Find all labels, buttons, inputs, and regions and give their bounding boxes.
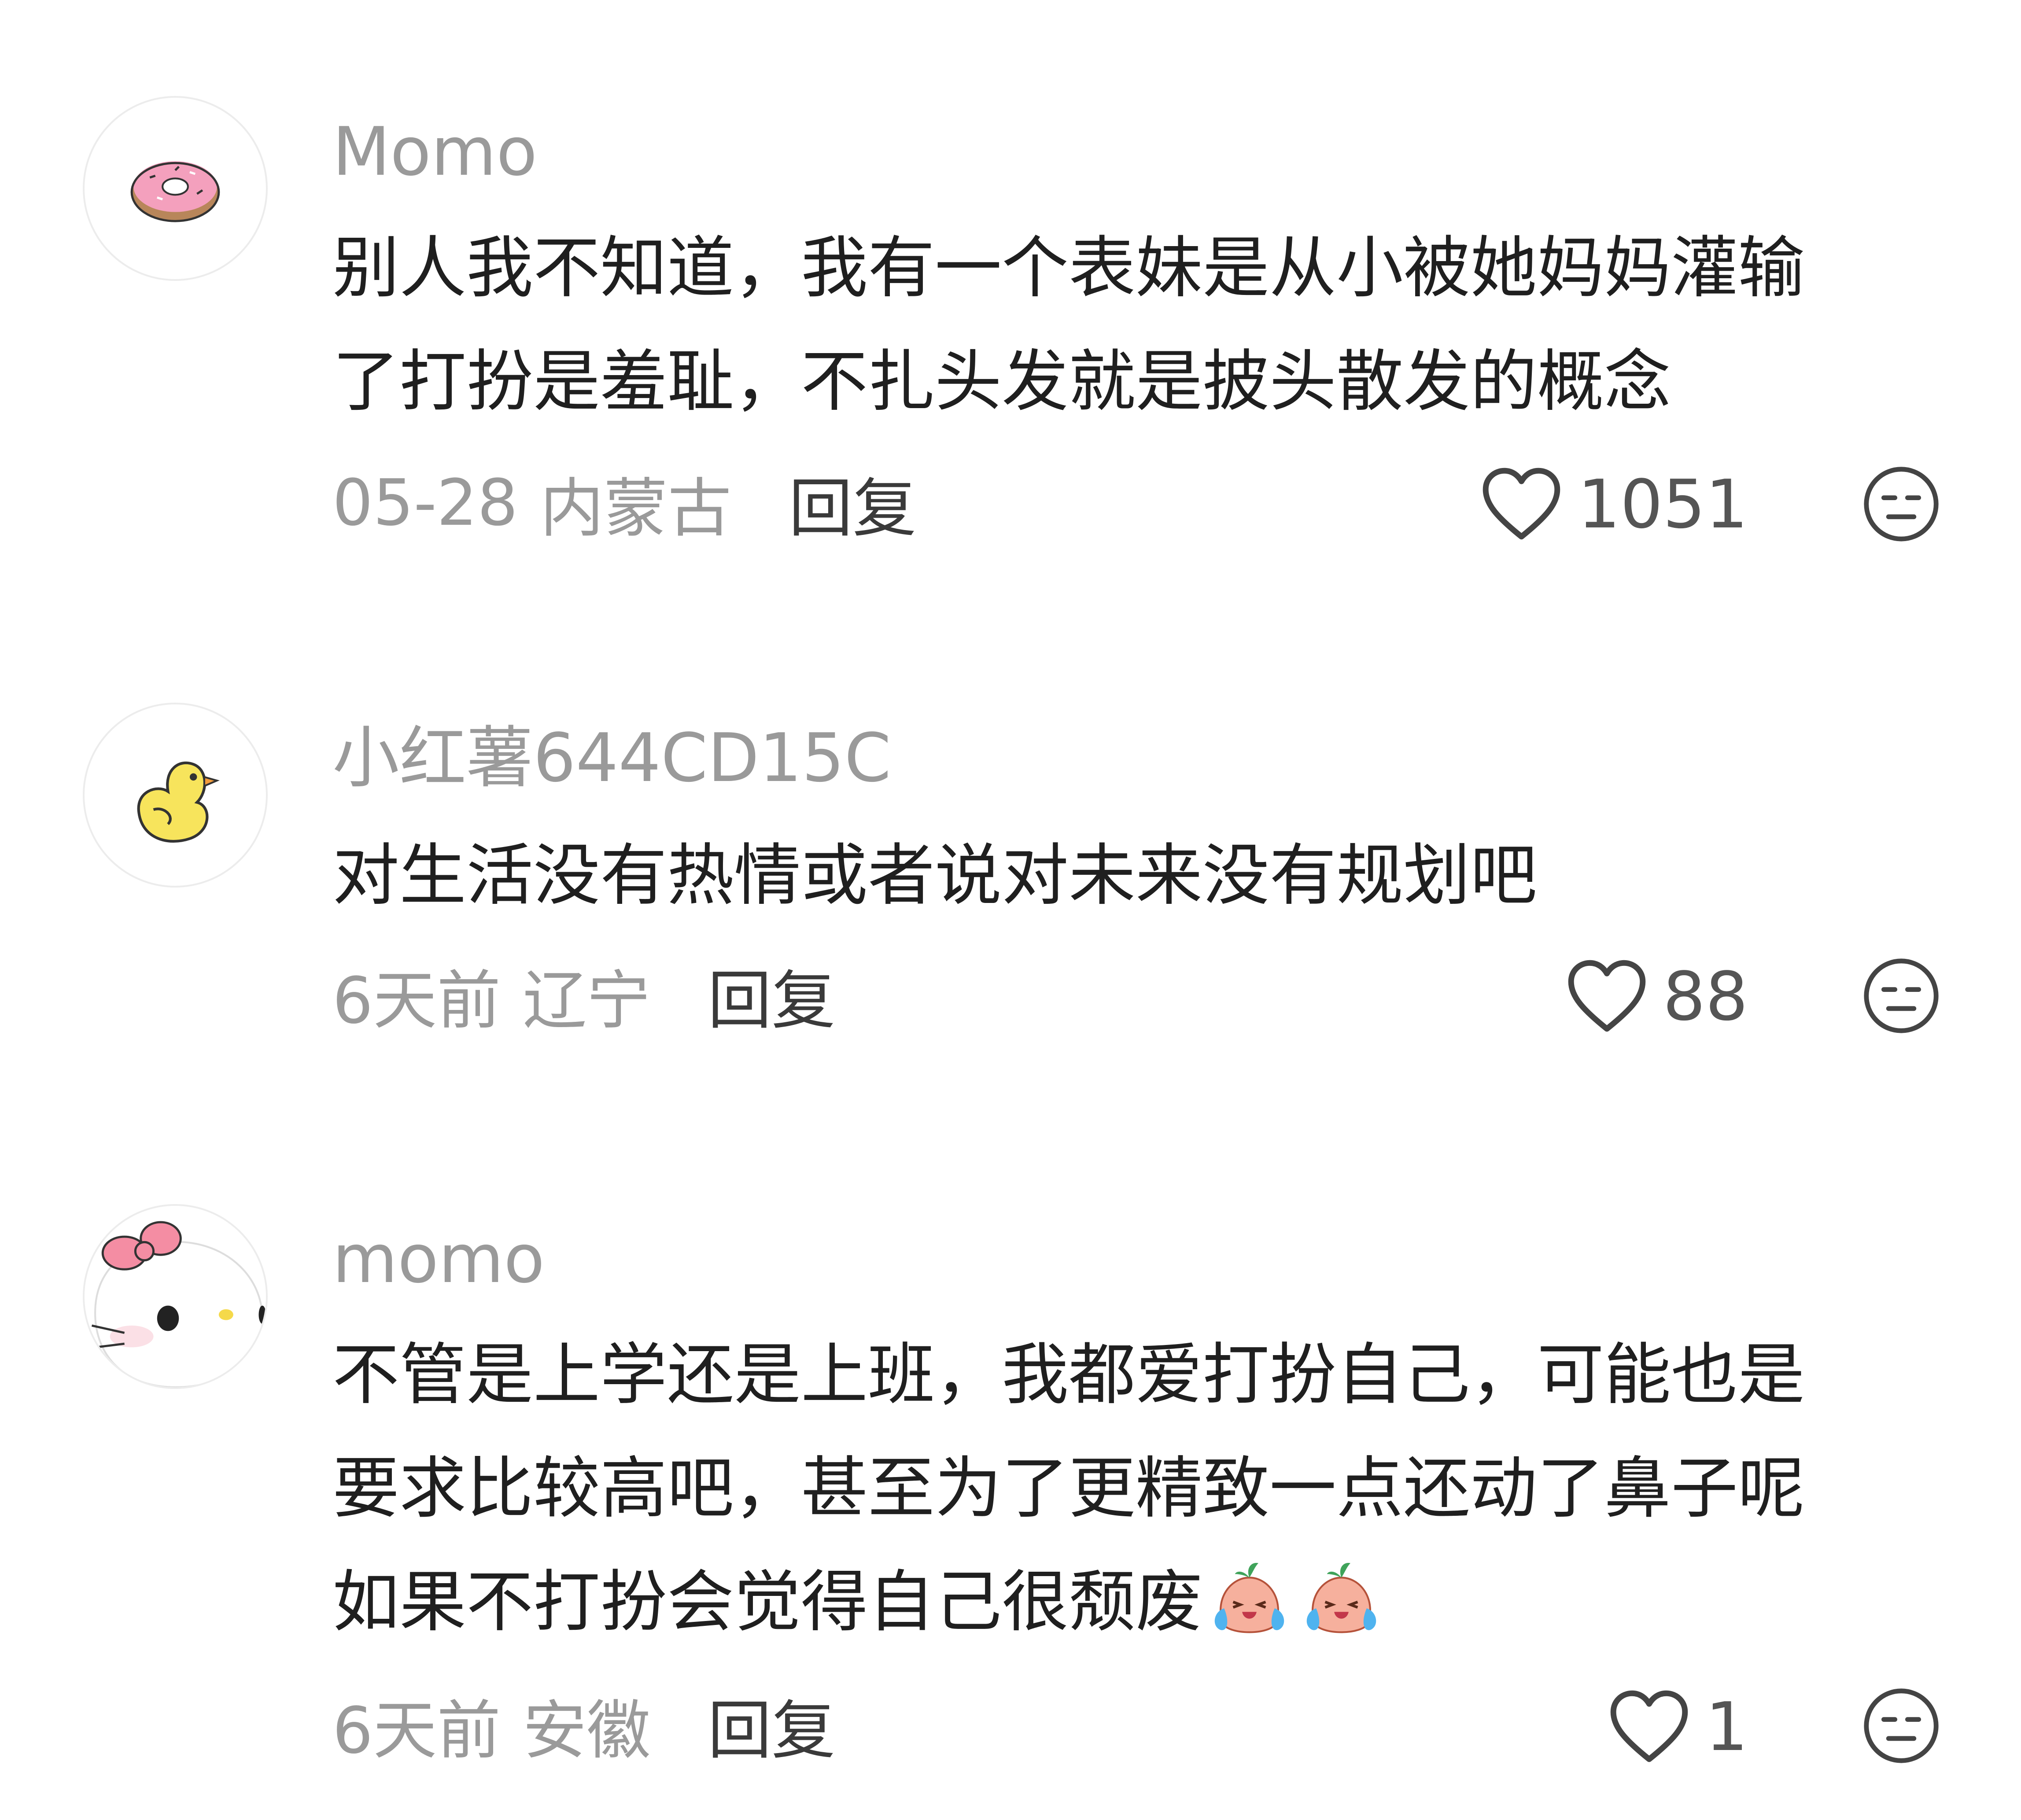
comment-line: 对生活没有热情或者说对未来没有规划吧 xyxy=(332,836,1537,914)
like-button[interactable]: 88 xyxy=(1566,952,1748,1040)
username[interactable]: 小红薯644CD15C xyxy=(332,718,891,798)
heart-outline-icon xyxy=(1481,467,1562,542)
comment-line: 不管是上学还是上班，我都爱打扮自己，可能也是 xyxy=(332,1336,1805,1414)
reply-button[interactable]: 回复 xyxy=(789,457,916,549)
avatar[interactable] xyxy=(83,703,268,888)
avatar[interactable] xyxy=(83,96,268,281)
comment-meta: 6天前 辽宁 回复 xyxy=(332,951,835,1039)
like-count: 1051 xyxy=(1578,465,1748,543)
avatar[interactable] xyxy=(83,1204,268,1389)
timestamp: 05-28 xyxy=(332,465,518,540)
timestamp: 6天前 xyxy=(332,964,501,1038)
location: 辽宁 xyxy=(523,964,651,1038)
hello-kitty-icon xyxy=(85,1206,266,1387)
comment-text: 不管是上学还是上班，我都爱打扮自己，可能也是 要求比较高吧，甚至为了更精致一点还… xyxy=(332,1318,1918,1659)
like-count: 88 xyxy=(1663,957,1748,1035)
location: 安徽 xyxy=(523,1694,651,1768)
location: 内蒙古 xyxy=(540,472,732,546)
duck-icon xyxy=(137,761,220,843)
comment-line: 了打扮是羞耻，不扎头发就是披头散发的概念 xyxy=(332,343,1671,420)
meh-face-icon[interactable] xyxy=(1862,956,1941,1035)
comment-line-text: 如果不打扮会觉得自己很颓废 xyxy=(332,1563,1202,1641)
comment-text: 别人我不知道，我有一个表妹是从小被她妈妈灌输 了打扮是羞耻，不扎头发就是披头散发… xyxy=(332,211,1918,438)
username[interactable]: momo xyxy=(332,1219,545,1299)
timestamp: 6天前 xyxy=(332,1694,501,1768)
reply-button[interactable]: 回复 xyxy=(708,949,835,1041)
reply-button[interactable]: 回复 xyxy=(708,1679,835,1771)
like-count: 1 xyxy=(1705,1687,1748,1766)
comment-line: 别人我不知道，我有一个表妹是从小被她妈妈灌输 xyxy=(332,229,1805,307)
comment-text: 对生活没有热情或者说对未来没有规划吧 xyxy=(332,819,1918,932)
comment-line: 如果不打扮会觉得自己很颓废 xyxy=(332,1545,1918,1659)
like-button[interactable]: 1051 xyxy=(1481,460,1748,548)
crying-peach-emoji xyxy=(1204,1552,1294,1643)
meh-face-icon[interactable] xyxy=(1862,464,1941,544)
comment-meta: 6天前 安徽 回复 xyxy=(332,1681,835,1769)
donut-icon xyxy=(130,161,220,222)
meh-face-icon[interactable] xyxy=(1862,1686,1941,1765)
comment-meta: 05-28 内蒙古 回复 xyxy=(332,459,916,547)
heart-outline-icon xyxy=(1608,1689,1690,1764)
like-button[interactable]: 1 xyxy=(1608,1683,1748,1771)
username[interactable]: Momo xyxy=(332,112,537,192)
comment-line: 要求比较高吧，甚至为了更精致一点还动了鼻子呢 xyxy=(332,1449,1805,1527)
heart-outline-icon xyxy=(1566,959,1648,1034)
crying-peach-emoji xyxy=(1296,1552,1387,1643)
